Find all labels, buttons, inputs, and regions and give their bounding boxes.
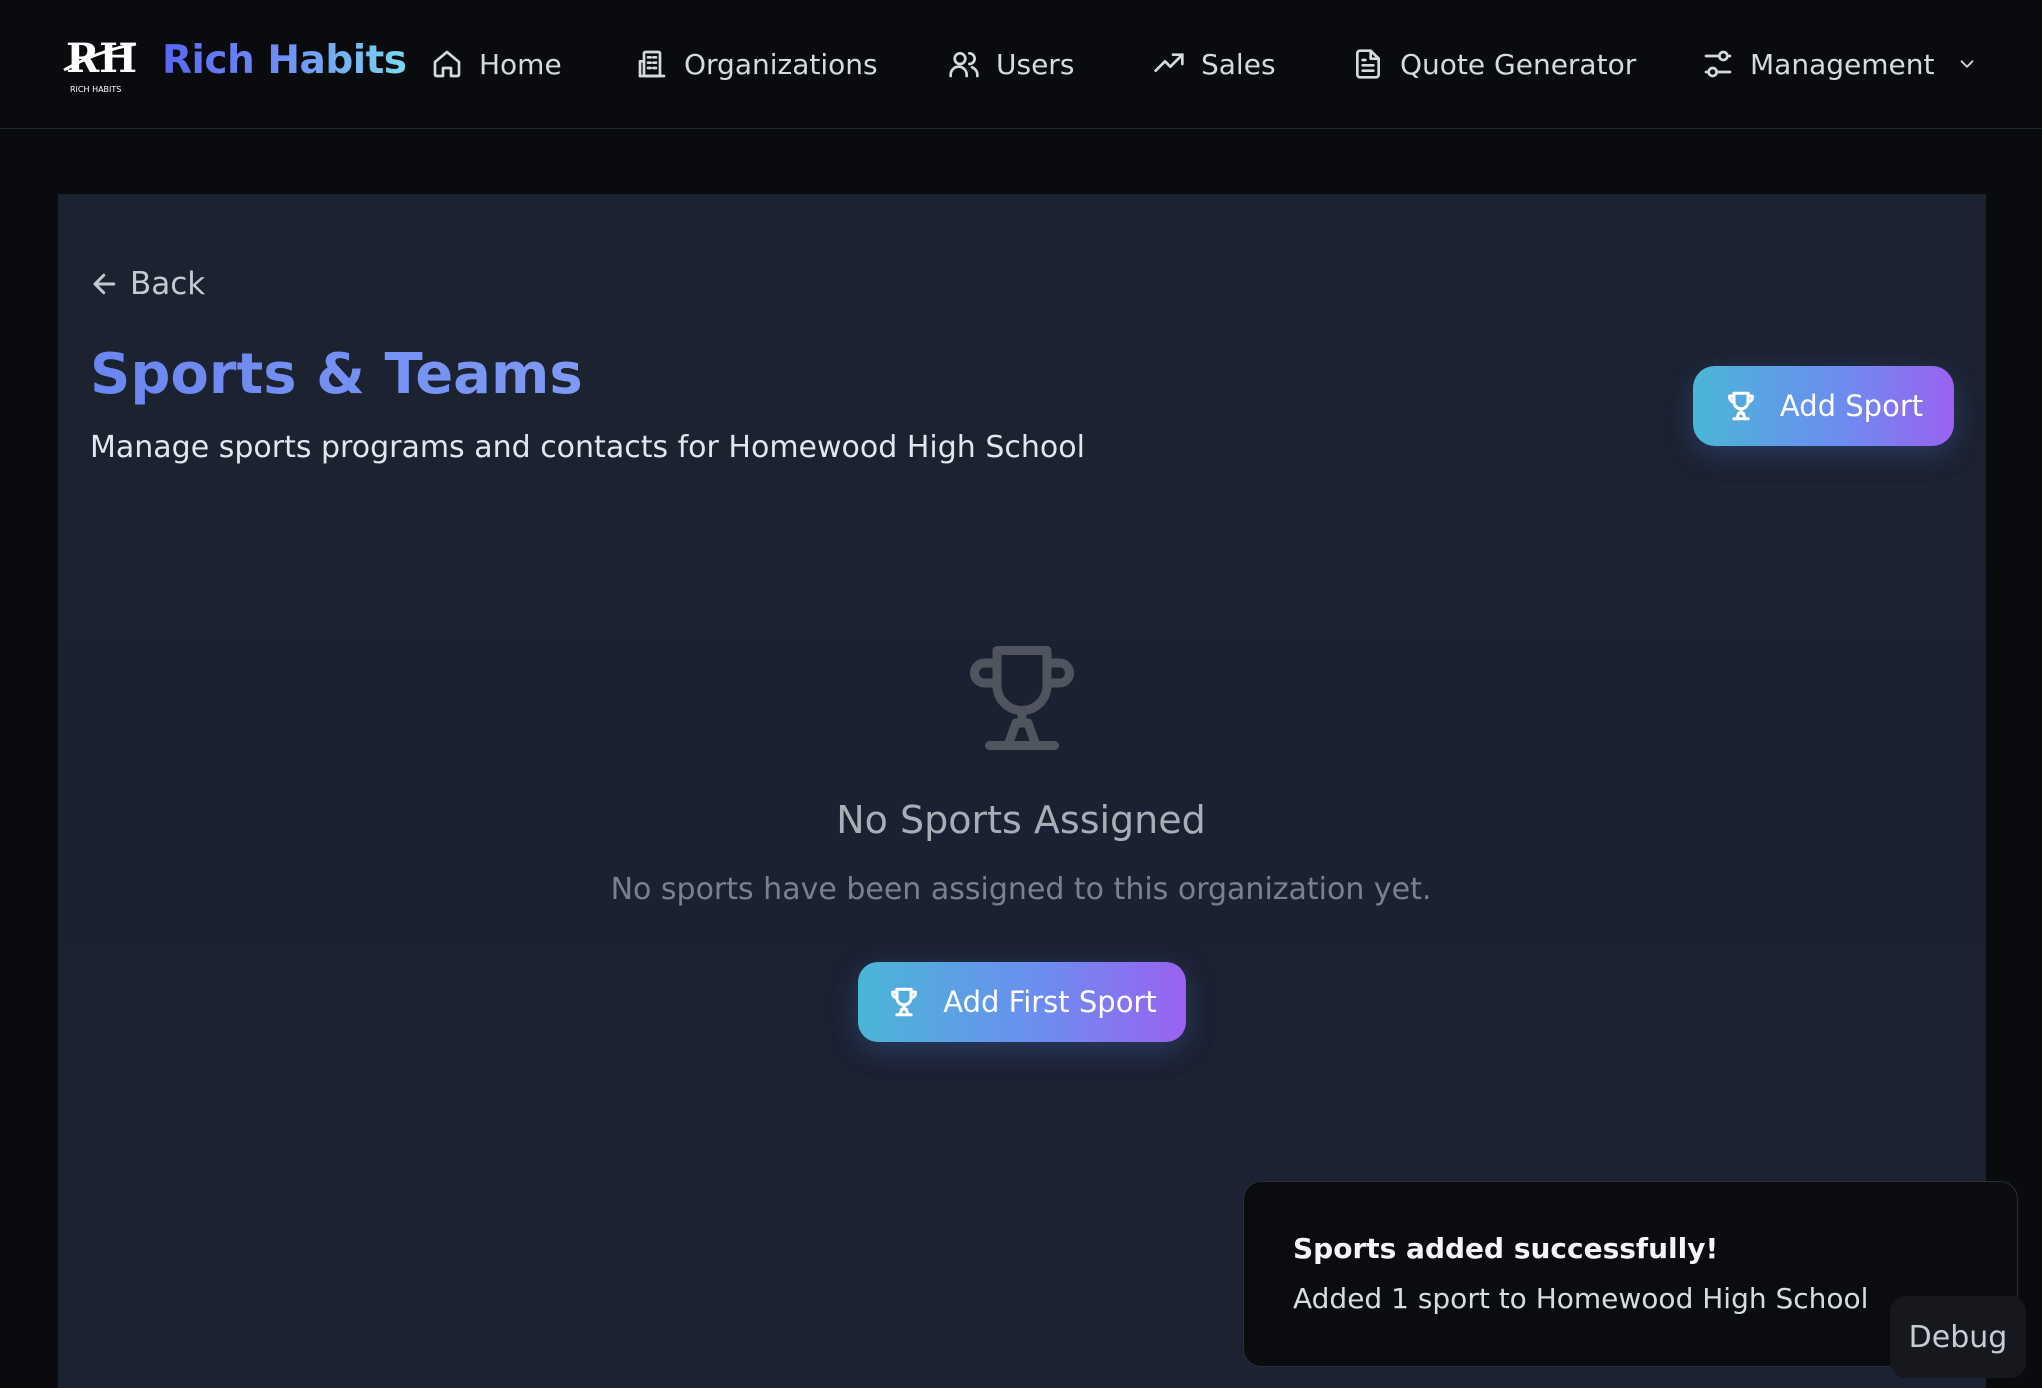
sliders-icon [1704, 50, 1732, 78]
toast-message: Added 1 sport to Homewood High School [1293, 1282, 1869, 1315]
nav-management-label: Management [1750, 47, 1935, 81]
back-label: Back [130, 266, 206, 302]
add-sport-button[interactable]: Add Sport [1693, 366, 1954, 446]
nav-quote-generator[interactable]: Quote Generator [1352, 42, 1636, 86]
trophy-icon [891, 987, 918, 1017]
building-icon [638, 50, 666, 78]
file-text-icon [1356, 49, 1380, 79]
nav-quote-generator-label: Quote Generator [1400, 47, 1637, 81]
chevron-down-icon [1961, 60, 1974, 68]
toast-title: Sports added successfully! [1293, 1232, 1719, 1265]
nav-organizations-label: Organizations [684, 47, 878, 81]
nav-users[interactable]: Users [948, 42, 1074, 86]
trophy-icon [970, 646, 1074, 750]
page-subtitle: Manage sports programs and contacts for … [90, 430, 1085, 465]
nav-management[interactable]: Management [1702, 42, 1978, 86]
add-first-sport-button[interactable]: Add First Sport [858, 962, 1186, 1042]
add-sport-label: Add Sport [1779, 389, 1924, 423]
back-link[interactable]: Back [90, 262, 205, 306]
empty-state-text: No sports have been assigned to this org… [610, 872, 1432, 907]
empty-state-title: No Sports Assigned [836, 798, 1206, 842]
arrow-left-icon [93, 273, 116, 295]
nav-home[interactable]: Home [431, 42, 562, 86]
debug-button[interactable]: Debug [1890, 1296, 2026, 1378]
trending-up-icon [1154, 53, 1184, 72]
nav-organizations[interactable]: Organizations [636, 42, 878, 86]
nav-sales-label: Sales [1201, 47, 1276, 81]
users-icon [949, 52, 979, 78]
brand-name[interactable]: Rich Habits [162, 38, 407, 83]
nav-home-label: Home [479, 47, 562, 81]
page-title: Sports & Teams [90, 342, 583, 407]
nav-sales[interactable]: Sales [1153, 42, 1276, 86]
trophy-icon [1727, 391, 1754, 421]
add-first-sport-label: Add First Sport [943, 985, 1157, 1019]
nav-users-label: Users [996, 47, 1075, 81]
rich-habits-logo[interactable]: RH RICH HABITS [60, 30, 138, 98]
svg-text:RH: RH [66, 35, 137, 82]
home-icon [433, 50, 461, 78]
top-navigation-bar: RH RICH HABITS Rich Habits Home Organiza… [0, 0, 2042, 129]
svg-text:RICH HABITS: RICH HABITS [70, 85, 121, 94]
